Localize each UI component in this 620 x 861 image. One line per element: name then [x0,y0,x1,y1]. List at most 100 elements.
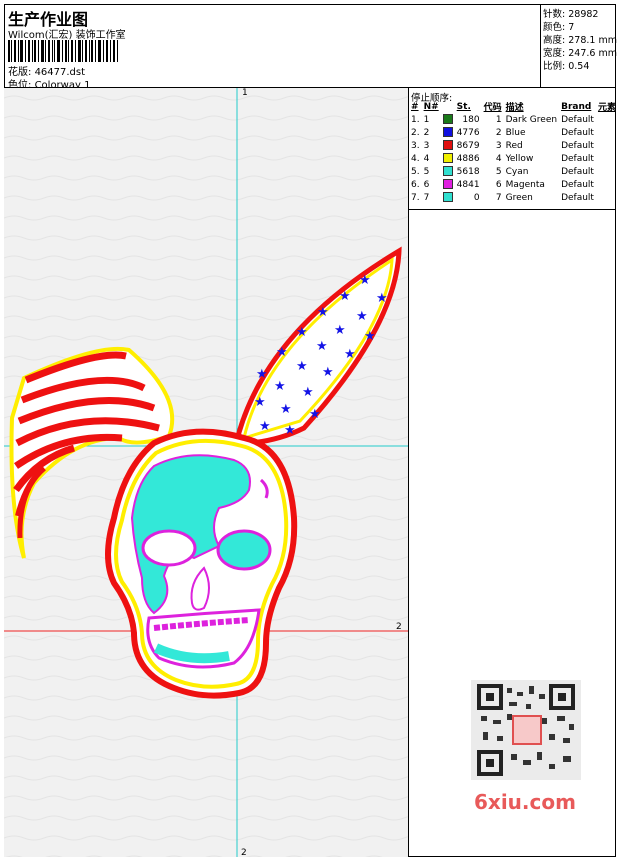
row-brand: Default [561,179,594,190]
embroidery-artwork: ★ ★ ★ ★ ★ ★ ★ ★ ★ ★ ★ ★ ★ ★ ★ ★ ★ ★ ★ ★ ★ [4,88,408,857]
row-n: 5 [423,166,430,177]
row-num: 5. [411,166,420,177]
spec-height: 高度: 278.1 mm [543,35,617,46]
row-swatch [441,126,455,139]
table-row: 2. 2 4776 2 Blue Default [409,126,618,139]
spec-panel: 针数: 28982 颜色: 7 高度: 278.1 mm 宽度: 247.6 m… [541,4,617,88]
row-swatch [441,139,455,152]
row-code: 1 [495,114,502,125]
row-code: 6 [495,179,502,190]
row-swatch [441,113,455,126]
company-name: Wilcom(汇宏) 装饰工作室 [8,30,126,41]
stop-sequence-table: # N# St. 代码 描述 Brand 元素 1. 1 180 1 Dark Gree… [409,100,618,204]
svg-text:★: ★ [302,385,314,400]
qr-code [471,680,581,780]
row-stitches: 5618 [456,166,480,177]
row-element [596,191,618,204]
table-row: 7. 7 0 7 Green Default [409,191,618,204]
row-description: Magenta [505,179,545,190]
row-code: 2 [495,127,502,138]
col-header: # [411,101,419,112]
row-num: 2. [411,127,420,138]
row-stitches: 0 [473,192,480,203]
row-num: 4. [411,153,420,164]
svg-text:★: ★ [309,407,321,422]
row-brand: Default [561,114,594,125]
table-header-row: # N# St. 代码 描述 Brand 元素 [409,100,618,114]
row-stitches: 8679 [456,140,480,151]
col-header: 代码 [483,103,502,113]
row-n: 7 [423,192,430,203]
row-element [596,126,618,139]
row-n: 1 [423,114,430,125]
row-element [596,139,618,152]
row-stitches: 4886 [456,153,480,164]
svg-text:★: ★ [317,305,329,320]
color-swatch [442,179,453,190]
axis-label-top: 1 [242,88,248,98]
row-code: 7 [495,192,502,203]
row-n: 2 [423,127,430,138]
row-description: Blue [505,127,526,138]
row-brand: Default [561,153,594,164]
spec-colors: 颜色: 7 [543,22,575,33]
row-brand: Default [561,127,594,138]
svg-text:★: ★ [339,289,351,304]
row-description: Dark Green [505,114,558,125]
spec-stitches: 针数: 28982 [543,9,599,20]
row-swatch [441,165,455,178]
svg-text:★: ★ [280,402,292,417]
svg-text:★: ★ [259,419,271,434]
color-swatch [442,192,453,203]
stop-sequence-panel: 停止顺序: # N# St. 代码 描述 Brand 元素 1. 1 180 1 Dar… [409,88,616,857]
svg-text:★: ★ [256,367,268,382]
row-description: Yellow [505,153,534,164]
svg-text:★: ★ [359,273,371,288]
table-row: 6. 6 4841 6 Magenta Default [409,178,618,191]
row-code: 3 [495,140,502,151]
row-stitches: 4776 [456,127,480,138]
color-swatch [442,140,453,151]
barcode [8,40,118,62]
col-header: Brand [561,101,592,112]
svg-text:★: ★ [376,291,388,306]
table-row: 3. 3 8679 3 Red Default [409,139,618,152]
row-brand: Default [561,166,594,177]
axis-label-bottom: 2 [241,848,247,858]
svg-text:★: ★ [296,325,308,340]
spec-width: 宽度: 247.6 mm [543,48,617,59]
row-element [596,113,618,126]
row-brand: Default [561,140,594,151]
row-stitches: 4841 [456,179,480,190]
panel-divider [409,209,616,210]
svg-text:★: ★ [322,365,334,380]
row-brand: Default [561,192,594,203]
col-header: St. [456,101,471,112]
svg-text:★: ★ [334,323,346,338]
row-num: 6. [411,179,420,190]
axis-label-right: 2 [396,622,402,632]
row-swatch [441,152,455,165]
row-description: Cyan [505,166,529,177]
skull [105,428,298,699]
svg-text:★: ★ [254,395,266,410]
color-swatch [442,127,453,138]
svg-text:★: ★ [356,309,368,324]
col-header: N# [423,101,439,112]
row-element [596,152,618,165]
row-n: 4 [423,153,430,164]
row-description: Red [505,140,523,151]
row-stitches: 180 [462,114,480,125]
row-code: 5 [495,166,502,177]
row-num: 7. [411,192,420,203]
row-n: 6 [423,179,430,190]
spec-scale: 比例: 0.54 [543,61,590,72]
row-description: Green [505,192,533,203]
watermark: 6xiu.com [474,790,576,814]
svg-text:★: ★ [276,345,288,360]
row-num: 1. [411,114,420,125]
color-swatch [442,114,453,125]
color-swatch [442,153,453,164]
svg-text:★: ★ [344,347,356,362]
table-row: 1. 1 180 1 Dark Green Default [409,113,618,126]
